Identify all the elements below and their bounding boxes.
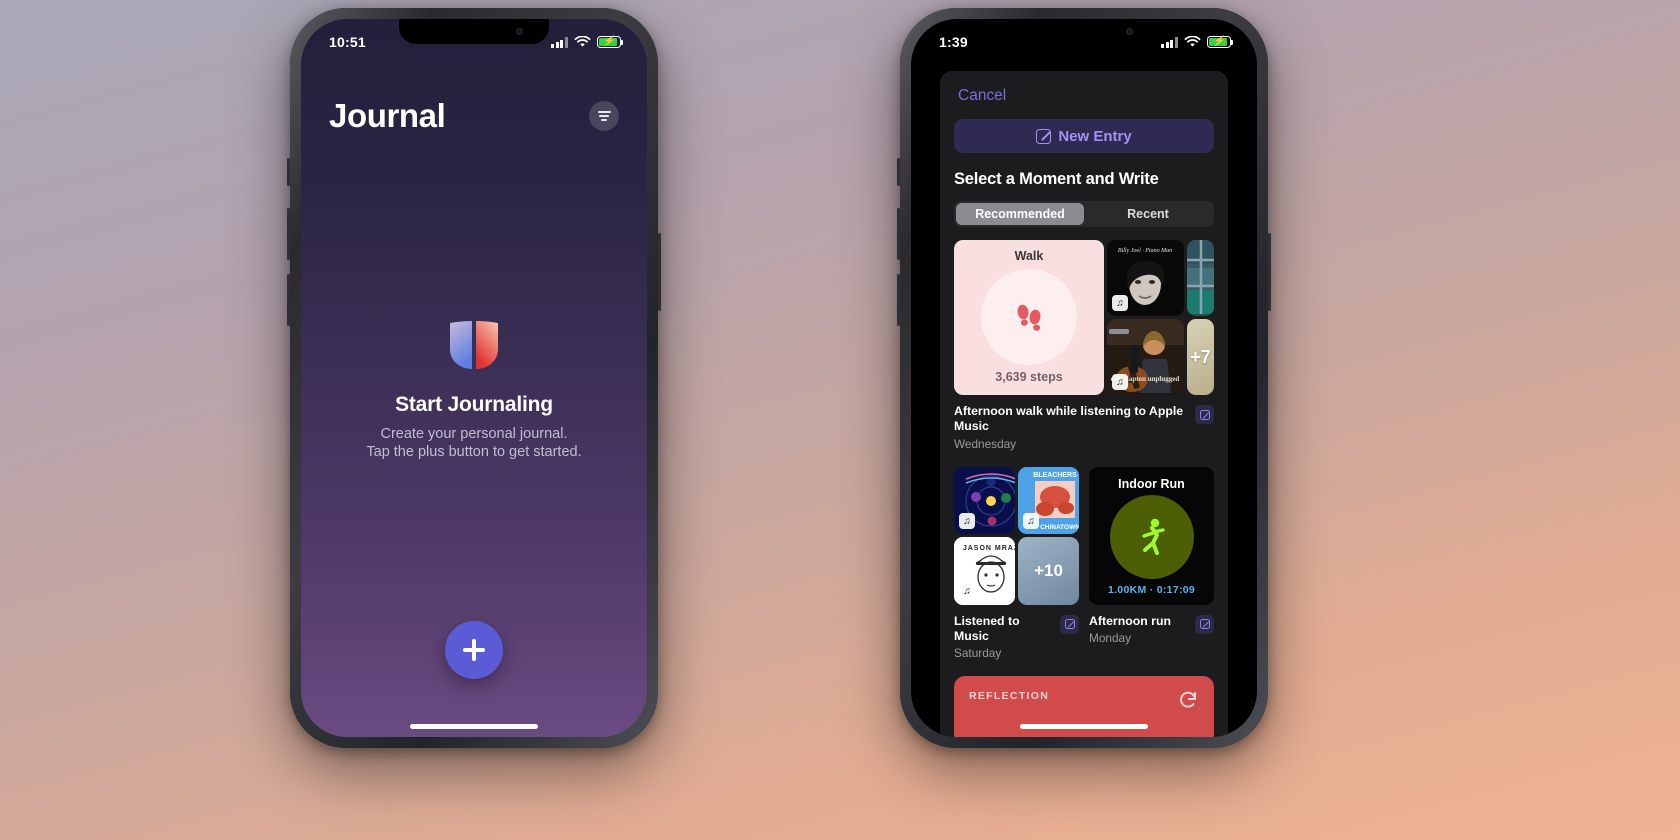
- run-label: Indoor Run: [1118, 476, 1185, 491]
- empty-state-title: Start Journaling: [395, 393, 553, 416]
- walk-steps: 3,639 steps: [995, 370, 1063, 384]
- reflection-label: REFLECTION: [969, 690, 1050, 703]
- sheet-container: Cancel New Entry Select a Moment and Wri…: [940, 71, 1228, 737]
- compose-square-icon-walk[interactable]: [1195, 405, 1214, 424]
- right-phone-screen: 1:39 ⚡ Cancel New Entry Select a Moment …: [911, 19, 1257, 737]
- silent-switch[interactable]: [287, 158, 290, 186]
- page-title: Journal: [329, 97, 446, 134]
- status-time-right: 1:39: [939, 34, 968, 50]
- suggestion-card-run[interactable]: Indoor Run 1.00KM · 0:17:09 Afternoon ru…: [1089, 466, 1214, 661]
- album-art-bleachers-chinatown[interactable]: BLEACHERS CHINATOWN ♫: [1018, 466, 1079, 535]
- music-note-icon: ♫: [959, 513, 975, 530]
- battery-charging-icon-right: ⚡: [1207, 36, 1234, 48]
- cellular-bars-icon: [551, 36, 568, 48]
- power-button-right[interactable]: [1268, 233, 1271, 311]
- more-music-tile[interactable]: +10: [1018, 537, 1079, 605]
- music-caption-row: Listened to Music Saturday: [954, 613, 1079, 661]
- new-entry-label: New Entry: [1058, 127, 1132, 145]
- walk-caption-date: Wednesday: [954, 436, 1017, 451]
- walk-tile-group: Walk 3,639 steps Billy Joel · Piano Man …: [954, 240, 1214, 395]
- volume-up-button-right[interactable]: [897, 208, 900, 260]
- empty-state-line2: Tap the plus button to get started.: [366, 444, 582, 461]
- tab-recent[interactable]: Recent: [1084, 203, 1212, 225]
- status-time: 10:51: [329, 34, 366, 50]
- svg-text:Billy Joel · Piano Man: Billy Joel · Piano Man: [1118, 248, 1172, 254]
- empty-state: Start Journaling Create your personal jo…: [301, 319, 647, 462]
- run-caption-date: Monday: [1089, 631, 1131, 646]
- music-caption-title: Listened to Music: [954, 613, 1020, 644]
- music-caption-date: Saturday: [954, 646, 1002, 661]
- more-photos-tile[interactable]: +7: [1187, 319, 1214, 395]
- run-stats: 1.00KM · 0:17:09: [1107, 583, 1196, 596]
- walk-map-column: +7: [1187, 240, 1214, 395]
- music-note-icon: ♫: [1112, 295, 1128, 311]
- walk-summary-tile[interactable]: Walk 3,639 steps: [954, 240, 1104, 395]
- album-art-billy-joel[interactable]: Billy Joel · Piano Man ♫: [1107, 240, 1184, 316]
- filter-lines-icon[interactable]: [589, 101, 619, 131]
- music-note-icon: ♫: [1112, 374, 1128, 390]
- music-note-icon: ♫: [1023, 513, 1039, 530]
- journal-butterfly-icon: [446, 319, 502, 371]
- battery-charging-icon: ⚡: [597, 36, 624, 48]
- album-art-eric-clapton-unplugged[interactable]: eric clapton unplugged ♫: [1107, 319, 1184, 395]
- front-camera-icon-right: [1126, 28, 1133, 35]
- indoor-run-tile[interactable]: Indoor Run 1.00KM · 0:17:09: [1089, 466, 1214, 605]
- walk-caption-row: Afternoon walk while listening to Apple …: [954, 404, 1214, 451]
- map-thumbnail[interactable]: [1187, 240, 1214, 316]
- left-phone: 10:51 ⚡ Journal Start Journaling Create …: [287, 8, 661, 748]
- volume-down-button[interactable]: [287, 274, 290, 326]
- cellular-bars-icon-right: [1161, 36, 1178, 48]
- left-phone-screen: 10:51 ⚡ Journal Start Journaling Create …: [301, 19, 647, 737]
- refresh-circular-icon[interactable]: [1176, 688, 1200, 712]
- svg-text:JASON MRAZ: JASON MRAZ: [963, 545, 1015, 552]
- sheet-heading: Select a Moment and Write: [954, 170, 1159, 188]
- notch: [399, 19, 549, 44]
- segmented-control[interactable]: Recommended Recent: [954, 201, 1214, 227]
- running-person-icon: [1109, 495, 1194, 580]
- compose-square-icon: [1036, 128, 1052, 144]
- home-indicator-right[interactable]: [1020, 724, 1148, 729]
- add-entry-button[interactable]: [445, 621, 503, 679]
- volume-down-button-right[interactable]: [897, 274, 900, 326]
- music-note-icon: ♫: [959, 583, 975, 600]
- journal-empty-screen: 10:51 ⚡ Journal Start Journaling Create …: [301, 19, 647, 737]
- walk-label: Walk: [1014, 249, 1044, 263]
- svg-text:BLEACHERS: BLEACHERS: [1033, 472, 1077, 479]
- new-entry-sheet-screen: 1:39 ⚡ Cancel New Entry Select a Moment …: [911, 19, 1257, 737]
- empty-state-line1: Create your personal journal.: [380, 426, 568, 442]
- silent-switch-right[interactable]: [897, 158, 900, 186]
- music-tile-grid: ♫ BLEACHERS CHINATOWN ♫ JASON MRAZ ♫ +10: [954, 466, 1079, 605]
- walk-photo-column: Billy Joel · Piano Man ♫ eric clapton un…: [1107, 240, 1184, 395]
- home-indicator[interactable]: [410, 724, 538, 729]
- svg-text:CHINATOWN: CHINATOWN: [1040, 524, 1079, 531]
- compose-square-icon-music[interactable]: [1060, 614, 1079, 634]
- wifi-icon-right: [1184, 36, 1201, 47]
- suggestion-row-2: ♫ BLEACHERS CHINATOWN ♫ JASON MRAZ ♫ +10…: [954, 466, 1214, 661]
- front-camera-icon: [516, 28, 523, 35]
- compose-square-icon-run[interactable]: [1195, 614, 1214, 634]
- run-caption-row: Afternoon run Monday: [1089, 614, 1214, 645]
- journal-nav-bar: Journal: [301, 97, 647, 135]
- tab-recommended[interactable]: Recommended: [956, 203, 1084, 225]
- wifi-icon: [574, 36, 591, 47]
- run-caption-title: Afternoon run: [1089, 613, 1171, 628]
- footprints-icon: [981, 268, 1077, 365]
- power-button[interactable]: [658, 233, 661, 311]
- volume-up-button[interactable]: [287, 208, 290, 260]
- cancel-button[interactable]: Cancel: [958, 71, 1214, 105]
- notch-right: [1009, 19, 1159, 44]
- album-art-jason-mraz[interactable]: JASON MRAZ ♫: [954, 537, 1015, 605]
- right-phone: 1:39 ⚡ Cancel New Entry Select a Moment …: [897, 8, 1271, 748]
- new-entry-button[interactable]: New Entry: [954, 119, 1214, 153]
- walk-caption-title: Afternoon walk while listening to Apple …: [954, 404, 1184, 434]
- suggestion-card-walk[interactable]: Walk 3,639 steps Billy Joel · Piano Man …: [954, 240, 1214, 451]
- album-art-coldplay-music-of-the-spheres[interactable]: ♫: [954, 466, 1015, 535]
- suggestion-card-music[interactable]: ♫ BLEACHERS CHINATOWN ♫ JASON MRAZ ♫ +10…: [954, 466, 1079, 661]
